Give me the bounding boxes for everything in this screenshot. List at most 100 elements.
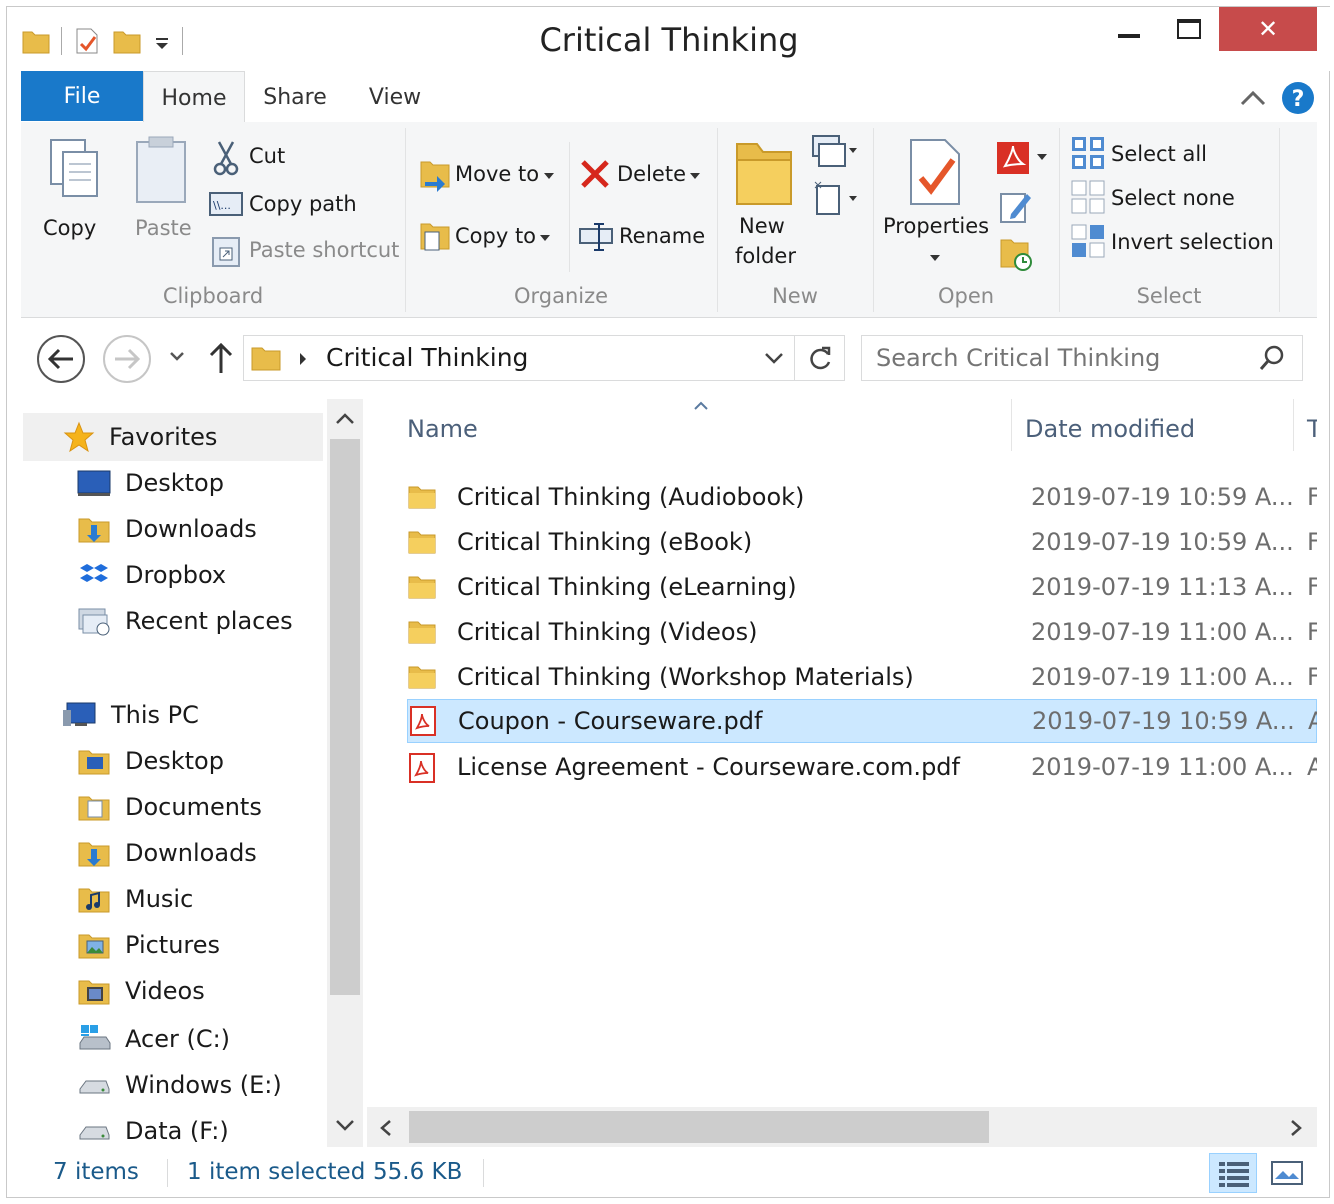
delete-label: Delete xyxy=(617,162,686,186)
large-icons-view-button[interactable] xyxy=(1265,1153,1309,1193)
breadcrumb-critical-thinking[interactable]: Critical Thinking xyxy=(326,343,528,372)
refresh-icon[interactable] xyxy=(806,344,834,372)
nav-this-pc[interactable]: This PC xyxy=(63,695,199,735)
file-row[interactable]: Critical Thinking (eBook) 2019-07-19 10:… xyxy=(399,520,1317,564)
horizontal-scroll-thumb[interactable] xyxy=(409,1111,989,1143)
minimize-button[interactable] xyxy=(1103,7,1155,51)
desktop-icon xyxy=(77,470,111,496)
nav-pc-drive-c[interactable]: Acer (C:) xyxy=(77,1019,230,1059)
file-date: 2019-07-19 11:13 A... xyxy=(1031,573,1294,601)
file-row[interactable]: License Agreement - Courseware.com.pdf 2… xyxy=(399,745,1317,789)
column-header-type[interactable]: T xyxy=(1307,415,1317,443)
search-input[interactable] xyxy=(874,342,1244,374)
copy-path-label: Copy path xyxy=(249,192,357,216)
search-icon[interactable] xyxy=(1258,344,1286,372)
nav-item-label: Downloads xyxy=(125,839,257,867)
nav-item-label: Dropbox xyxy=(125,561,227,589)
rename-button[interactable]: Rename xyxy=(579,218,709,258)
tab-file[interactable]: File xyxy=(21,71,143,121)
select-all-button[interactable]: Select all xyxy=(1071,136,1251,174)
copy-button[interactable]: Copy xyxy=(33,132,117,250)
breadcrumb-arrow-icon xyxy=(300,353,306,365)
scroll-down-icon[interactable] xyxy=(335,1119,355,1133)
new-folder-label-line2: folder xyxy=(735,244,796,268)
file-row[interactable]: Critical Thinking (Workshop Materials) 2… xyxy=(399,655,1317,699)
close-button[interactable]: ✕ xyxy=(1219,7,1317,51)
divider[interactable] xyxy=(1293,399,1294,451)
nav-pc-documents[interactable]: Documents xyxy=(77,787,262,827)
nav-pane-scrollbar[interactable] xyxy=(327,399,363,1147)
search-box[interactable] xyxy=(861,335,1303,381)
nav-pc-pictures[interactable]: Pictures xyxy=(77,925,220,965)
column-header-date-modified[interactable]: Date modified xyxy=(1025,415,1195,443)
recent-locations-icon[interactable] xyxy=(169,351,185,363)
file-type: F xyxy=(1307,528,1317,556)
nav-pc-videos[interactable]: Videos xyxy=(77,971,205,1011)
nav-item-label: Acer (C:) xyxy=(125,1025,231,1053)
nav-favorites-dropbox[interactable]: Dropbox xyxy=(77,555,226,595)
scroll-left-icon[interactable] xyxy=(379,1119,393,1137)
file-date: 2019-07-19 11:00 A... xyxy=(1031,753,1294,781)
details-view-button[interactable] xyxy=(1209,1153,1257,1193)
nav-favorites-desktop[interactable]: Desktop xyxy=(77,463,224,503)
cut-label: Cut xyxy=(249,144,286,168)
properties-button[interactable]: Properties xyxy=(883,132,989,272)
nav-pc-downloads[interactable]: Downloads xyxy=(77,833,257,873)
collapse-ribbon-icon[interactable] xyxy=(1239,87,1267,109)
nav-scroll-thumb[interactable] xyxy=(330,439,360,995)
edit-button[interactable] xyxy=(997,188,1037,224)
column-header-name[interactable]: Name xyxy=(407,415,478,443)
address-dropdown-icon[interactable] xyxy=(764,352,784,366)
chevron-down-icon xyxy=(544,173,554,179)
nav-pc-desktop[interactable]: Desktop xyxy=(77,741,224,781)
select-none-button[interactable]: Select none xyxy=(1071,180,1251,218)
delete-button[interactable]: Delete xyxy=(579,156,705,196)
paste-button[interactable]: Paste xyxy=(121,132,201,250)
nav-pc-music[interactable]: Music xyxy=(77,879,193,919)
file-row[interactable]: Critical Thinking (Videos) 2019-07-19 11… xyxy=(399,610,1317,654)
horizontal-scrollbar[interactable] xyxy=(367,1107,1317,1147)
nav-favorites-recent-places[interactable]: Recent places xyxy=(77,601,293,641)
ribbon: Copy Paste Cut \\... Copy path Paste sho… xyxy=(21,122,1317,318)
file-row[interactable]: Critical Thinking (Audiobook) 2019-07-19… xyxy=(399,475,1317,519)
nav-item-label: Desktop xyxy=(125,747,224,775)
up-arrow-icon[interactable] xyxy=(207,341,235,375)
tab-home[interactable]: Home xyxy=(143,71,245,124)
scroll-up-icon[interactable] xyxy=(335,411,355,425)
nav-pc-drive-f[interactable]: Data (F:) xyxy=(77,1111,229,1147)
tab-view[interactable]: View xyxy=(365,71,425,123)
copy-icon xyxy=(50,139,98,197)
file-row[interactable]: Critical Thinking (eLearning) 2019-07-19… xyxy=(399,565,1317,609)
back-button[interactable] xyxy=(37,335,85,383)
nav-favorites-downloads[interactable]: Downloads xyxy=(77,509,257,549)
help-icon[interactable]: ? xyxy=(1281,81,1315,115)
file-row-selected[interactable]: Coupon - Courseware.pdf 2019-07-19 10:59… xyxy=(407,699,1317,743)
copy-to-button[interactable]: Copy to xyxy=(419,218,559,258)
tab-share[interactable]: Share xyxy=(257,71,333,123)
move-to-button[interactable]: Move to xyxy=(419,156,559,196)
history-button[interactable] xyxy=(997,234,1037,274)
clipboard-group-label: Clipboard xyxy=(162,284,264,308)
new-folder-label-line1: New xyxy=(739,214,785,238)
paste-label: Paste xyxy=(135,216,192,240)
nav-pc-drive-e[interactable]: Windows (E:) xyxy=(77,1065,282,1105)
forward-button[interactable] xyxy=(103,335,151,383)
divider[interactable] xyxy=(1011,399,1012,451)
invert-selection-button[interactable]: Invert selection xyxy=(1071,224,1274,262)
easy-access-button[interactable] xyxy=(811,178,859,218)
new-folder-button[interactable]: New folder xyxy=(727,132,803,272)
maximize-button[interactable] xyxy=(1163,7,1215,51)
open-group-label: Open xyxy=(937,284,995,308)
file-name: Critical Thinking (Videos) xyxy=(457,618,758,646)
scroll-right-icon[interactable] xyxy=(1289,1119,1303,1137)
folder-icon xyxy=(408,666,436,689)
address-row: Critical Thinking xyxy=(21,319,1317,399)
new-item-button[interactable] xyxy=(811,134,859,168)
address-bar[interactable]: Critical Thinking xyxy=(243,335,845,381)
open-with-button[interactable] xyxy=(995,140,1051,178)
nav-favorites[interactable]: Favorites xyxy=(63,417,217,457)
file-type: F xyxy=(1307,573,1317,601)
pdf-icon xyxy=(410,706,436,736)
details-view-icon xyxy=(1219,1162,1249,1187)
this-pc-icon xyxy=(63,702,96,726)
